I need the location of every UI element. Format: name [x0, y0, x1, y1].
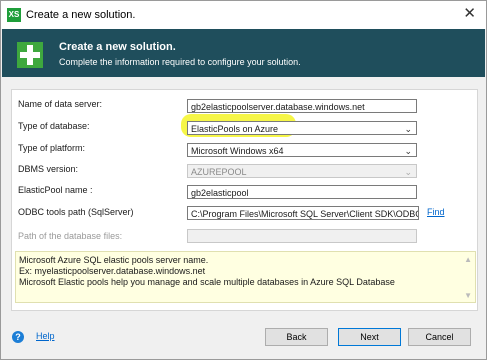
dbms-label: DBMS version: — [18, 164, 79, 174]
platform-label: Type of platform: — [18, 143, 86, 153]
platform-value: Microsoft Windows x64 — [191, 146, 284, 156]
scroll-down-icon[interactable]: ▼ — [464, 291, 472, 300]
dialog-window: XS Create a new solution. ✕ Create a new… — [0, 0, 487, 360]
chevron-down-icon: ⌄ — [404, 124, 412, 134]
database-type-label: Type of database: — [18, 121, 90, 131]
database-type-select[interactable]: ElasticPools on Azure ⌄ — [187, 121, 417, 135]
app-logo-icon: XS — [7, 8, 21, 22]
banner-title: Create a new solution. — [59, 41, 176, 53]
header-banner: Create a new solution. Complete the info… — [2, 29, 485, 77]
pool-input[interactable]: gb2elasticpool — [187, 185, 417, 199]
info-line-1: Microsoft Azure SQL elastic pools server… — [19, 255, 209, 265]
info-line-3: Microsoft Elastic pools help you manage … — [19, 277, 395, 287]
odbc-path-input[interactable]: C:\Program Files\Microsoft SQL Server\Cl… — [187, 206, 419, 220]
pool-label: ElasticPool name : — [18, 185, 93, 195]
title-bar: XS Create a new solution. ✕ — [1, 1, 486, 29]
close-icon[interactable]: ✕ — [463, 6, 476, 22]
scroll-up-icon[interactable]: ▲ — [464, 255, 472, 264]
dbms-select: AZUREPOOL ⌄ — [187, 164, 417, 178]
info-box: Microsoft Azure SQL elastic pools server… — [15, 251, 476, 303]
chevron-down-icon: ⌄ — [404, 146, 412, 156]
server-input[interactable]: gb2elasticpoolserver.database.windows.ne… — [187, 99, 417, 113]
database-files-label: Path of the database files: — [18, 231, 123, 241]
banner-subtitle: Complete the information required to con… — [59, 57, 301, 67]
database-files-input — [187, 229, 417, 243]
cancel-button[interactable]: Cancel — [408, 328, 471, 346]
dbms-value: AZUREPOOL — [191, 167, 247, 177]
back-button[interactable]: Back — [265, 328, 328, 346]
find-link[interactable]: Find — [427, 207, 445, 217]
help-link[interactable]: Help — [36, 331, 55, 341]
database-type-value: ElasticPools on Azure — [191, 124, 279, 134]
window-title: Create a new solution. — [26, 9, 136, 21]
server-label: Name of data server: — [18, 99, 103, 109]
help-icon[interactable]: ? — [12, 331, 24, 343]
next-button[interactable]: Next — [338, 328, 401, 346]
odbc-label: ODBC tools path (SqlServer) — [18, 207, 134, 217]
add-solution-icon — [17, 42, 43, 68]
platform-select[interactable]: Microsoft Windows x64 ⌄ — [187, 143, 417, 157]
chevron-down-icon: ⌄ — [404, 167, 412, 177]
info-line-2: Ex: myelasticpoolserver.database.windows… — [19, 266, 206, 276]
